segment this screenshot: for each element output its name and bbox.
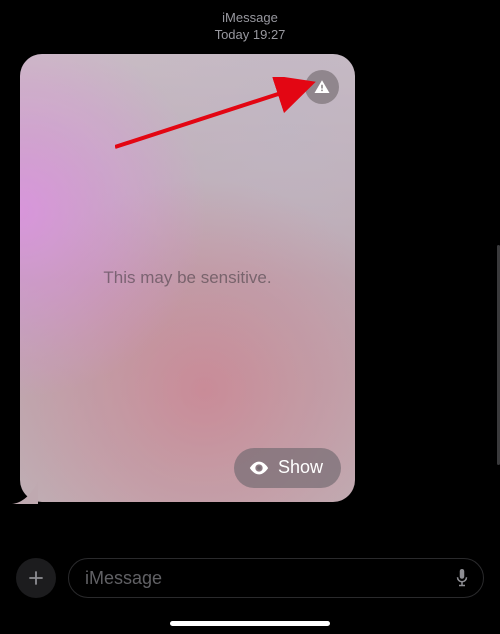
sensitive-content-label: This may be sensitive. (103, 268, 271, 288)
message-timestamp-header: iMessage Today 19:27 (0, 0, 500, 44)
service-label: iMessage (0, 10, 500, 27)
sensitive-warning-button[interactable] (305, 70, 339, 104)
incoming-message-bubble[interactable]: This may be sensitive. Show (20, 54, 355, 502)
plus-icon (27, 569, 45, 587)
bubble-tail (12, 482, 38, 504)
show-button-label: Show (278, 457, 323, 478)
conversation-area: This may be sensitive. Show (0, 44, 500, 507)
dictation-icon[interactable] (453, 567, 471, 589)
eye-icon (248, 457, 270, 479)
message-composer: iMessage (0, 558, 500, 598)
timestamp-label: Today 19:27 (0, 27, 500, 44)
show-content-button[interactable]: Show (234, 448, 341, 488)
warning-triangle-icon (313, 78, 331, 96)
home-indicator[interactable] (170, 621, 330, 626)
message-input-placeholder: iMessage (85, 568, 162, 589)
message-input[interactable]: iMessage (68, 558, 484, 598)
attachments-button[interactable] (16, 558, 56, 598)
